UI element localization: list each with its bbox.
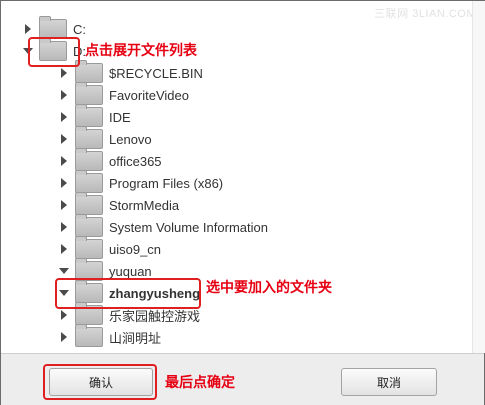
folder-icon xyxy=(75,236,103,259)
tree-item-label: Program Files (x86) xyxy=(109,175,224,191)
tree-item-label: yuquan xyxy=(109,263,152,279)
tree-item-folder[interactable]: FavoriteVideo xyxy=(57,82,189,106)
folder-picker-dialog: 三联网 3LIAN.COM C: D: $RECYCLE.BIN Favorit… xyxy=(0,0,485,405)
vertical-scrollbar[interactable] xyxy=(472,1,485,353)
tree-item-label: StormMedia xyxy=(109,197,180,213)
expand-arrow-icon[interactable] xyxy=(57,132,71,146)
cancel-button[interactable]: 取消 xyxy=(341,368,437,396)
expand-arrow-icon[interactable] xyxy=(57,220,71,234)
collapse-arrow-icon[interactable] xyxy=(57,264,71,278)
annotation-confirm: 最后点确定 xyxy=(165,375,235,391)
annotation-expand: 点击展开文件列表 xyxy=(85,43,197,59)
folder-icon xyxy=(75,170,103,193)
expand-arrow-icon[interactable] xyxy=(57,88,71,102)
tree-item-folder[interactable]: IDE xyxy=(57,104,131,128)
highlight-box-ok xyxy=(43,364,157,400)
folder-icon xyxy=(75,104,103,127)
tree-item-folder[interactable]: StormMedia xyxy=(57,192,180,216)
expand-arrow-icon[interactable] xyxy=(57,242,71,256)
expand-arrow-icon[interactable] xyxy=(57,308,71,322)
expand-arrow-icon[interactable] xyxy=(57,198,71,212)
tree-item-folder[interactable]: System Volume Information xyxy=(57,214,268,238)
tree-item-label: IDE xyxy=(109,109,131,125)
highlight-box-selected-folder xyxy=(55,278,201,309)
tree-item-folder[interactable]: uiso9_cn xyxy=(57,236,162,260)
tree-item-label: C: xyxy=(73,21,86,37)
expand-arrow-icon[interactable] xyxy=(57,110,71,124)
tree-item-folder[interactable]: 山涧明址 xyxy=(57,324,162,348)
tree-item-label: System Volume Information xyxy=(109,219,268,235)
folder-tree: C: D: $RECYCLE.BIN FavoriteVideo IDE Len… xyxy=(1,1,471,351)
expand-arrow-icon[interactable] xyxy=(57,154,71,168)
expand-arrow-icon[interactable] xyxy=(21,22,35,36)
expand-arrow-icon[interactable] xyxy=(57,66,71,80)
folder-icon xyxy=(75,214,103,237)
expand-arrow-icon[interactable] xyxy=(57,330,71,344)
expand-arrow-icon[interactable] xyxy=(57,176,71,190)
folder-icon xyxy=(75,82,103,105)
tree-item-label: FavoriteVideo xyxy=(109,87,189,103)
folder-icon xyxy=(39,16,67,39)
folder-icon xyxy=(75,148,103,171)
annotation-select: 选中要加入的文件夹 xyxy=(206,280,332,296)
folder-icon xyxy=(75,126,103,149)
tree-item-label: 山涧明址 xyxy=(109,330,162,346)
tree-item-folder[interactable]: Lenovo xyxy=(57,126,152,150)
folder-icon xyxy=(75,60,103,83)
highlight-box-drive-d xyxy=(28,37,80,67)
folder-icon xyxy=(75,324,103,347)
tree-item-label: Lenovo xyxy=(109,131,152,147)
tree-item-folder[interactable]: Program Files (x86) xyxy=(57,170,224,194)
folder-icon xyxy=(75,192,103,215)
tree-item-label: $RECYCLE.BIN xyxy=(109,65,203,81)
dialog-footer: 确认 取消 最后点确定 xyxy=(1,353,484,405)
tree-item-folder[interactable]: office365 xyxy=(57,148,162,172)
tree-item-label: uiso9_cn xyxy=(109,241,162,257)
tree-item-label: office365 xyxy=(109,153,162,169)
